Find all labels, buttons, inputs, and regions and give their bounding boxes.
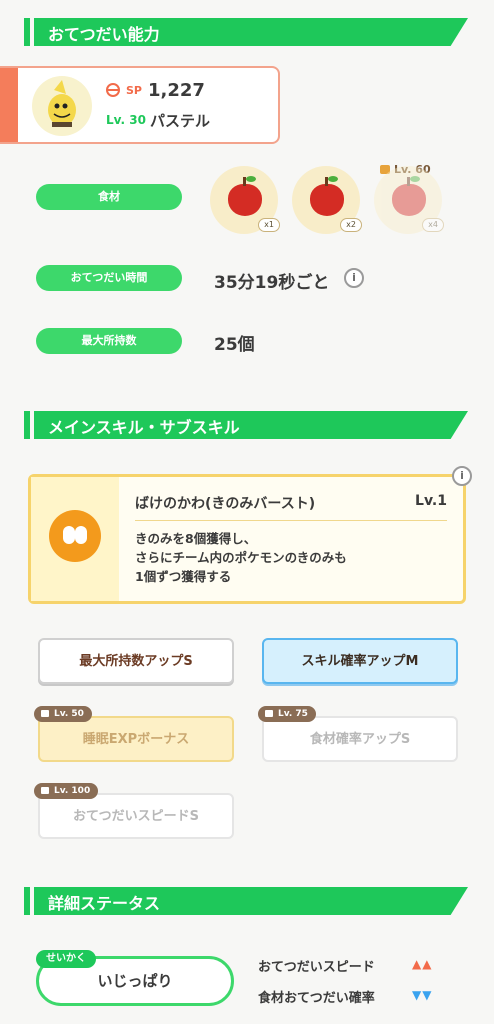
apple-icon (228, 176, 262, 216)
main-skill-level: Lv.1 (415, 493, 447, 509)
main-skill-name: ばけのかわ(きのみバースト) (135, 496, 316, 512)
sp-label: SP (126, 84, 142, 97)
section-header-skills: メインスキル・サブスキル (24, 411, 468, 439)
ingredient-qty: x4 (422, 218, 444, 232)
pokemon-avatar (32, 76, 92, 136)
help-time-info-icon[interactable]: i (344, 268, 364, 288)
sub-skill-4[interactable]: 食材確率アップS (262, 716, 458, 762)
sub-skill-5[interactable]: おてつだいスピードS (38, 793, 234, 839)
apple-icon (310, 176, 344, 216)
sub-skill-4-lock-tag: Lv. 75 (258, 706, 316, 722)
ingredient-slot-3[interactable]: x4 (374, 166, 444, 234)
nature-down-stat: 食材おてつだい確率 (258, 991, 375, 1006)
pokemon-card[interactable]: SP 1,227 Lv. 30 パステル (0, 66, 280, 144)
ingredient-qty: x2 (340, 218, 362, 232)
ingredients-label: 食材 (36, 184, 182, 210)
header-accent (24, 18, 30, 46)
section-header-help-ability: おてつだい能力 (24, 18, 468, 46)
skill-icon-box (31, 477, 119, 601)
sp-value: 1,227 (148, 80, 205, 101)
ingredient-qty: x1 (258, 218, 280, 232)
up-arrows-icon: ▲▲ (412, 957, 433, 971)
skill-divider (135, 520, 447, 521)
header-accent (24, 411, 30, 439)
ingredient-slot-2[interactable]: x2 (292, 166, 362, 234)
main-skill-info-icon[interactable]: i (452, 466, 472, 486)
section-title: おてつだい能力 (48, 25, 160, 44)
sp-icon (106, 83, 120, 97)
max-carry-value: 25個 (214, 335, 255, 355)
help-time-value: 35分19秒ごと (214, 273, 330, 293)
nature-tag: せいかく (36, 950, 96, 968)
card-stripe (0, 68, 18, 142)
section-title: メインスキル・サブスキル (48, 418, 240, 437)
main-skill-description: きのみを8個獲得し、 さらにチーム内のポケモンのきのみも 1個ずつ獲得する (135, 531, 347, 584)
ingredient-slot-1[interactable]: x1 (210, 166, 280, 234)
down-arrows-icon: ▼▼ (412, 988, 433, 1002)
sub-skill-1[interactable]: 最大所持数アップS (38, 638, 234, 684)
mimikyu-icon (48, 80, 76, 127)
section-title: 詳細ステータス (48, 894, 161, 913)
max-carry-label: 最大所持数 (36, 328, 182, 354)
section-header-detail-status: 詳細ステータス (24, 887, 468, 915)
header-accent (24, 887, 30, 915)
sub-skill-3-lock-tag: Lv. 50 (34, 706, 92, 722)
sub-skill-2[interactable]: スキル確率アップM (262, 638, 458, 684)
help-time-label: おてつだい時間 (36, 265, 182, 291)
sub-skill-5-lock-tag: Lv. 100 (34, 783, 99, 799)
apple-icon (392, 176, 426, 216)
pokemon-level: Lv. 30 (106, 113, 146, 127)
nature-up-stat: おてつだいスピード (258, 960, 375, 975)
sub-skill-3[interactable]: 睡眠EXPボーナス (38, 716, 234, 762)
pokemon-nickname: パステル (150, 112, 211, 130)
berry-burst-icon (49, 510, 101, 562)
main-skill-card[interactable]: ばけのかわ(きのみバースト) Lv.1 きのみを8個獲得し、 さらにチーム内のポ… (28, 474, 466, 604)
